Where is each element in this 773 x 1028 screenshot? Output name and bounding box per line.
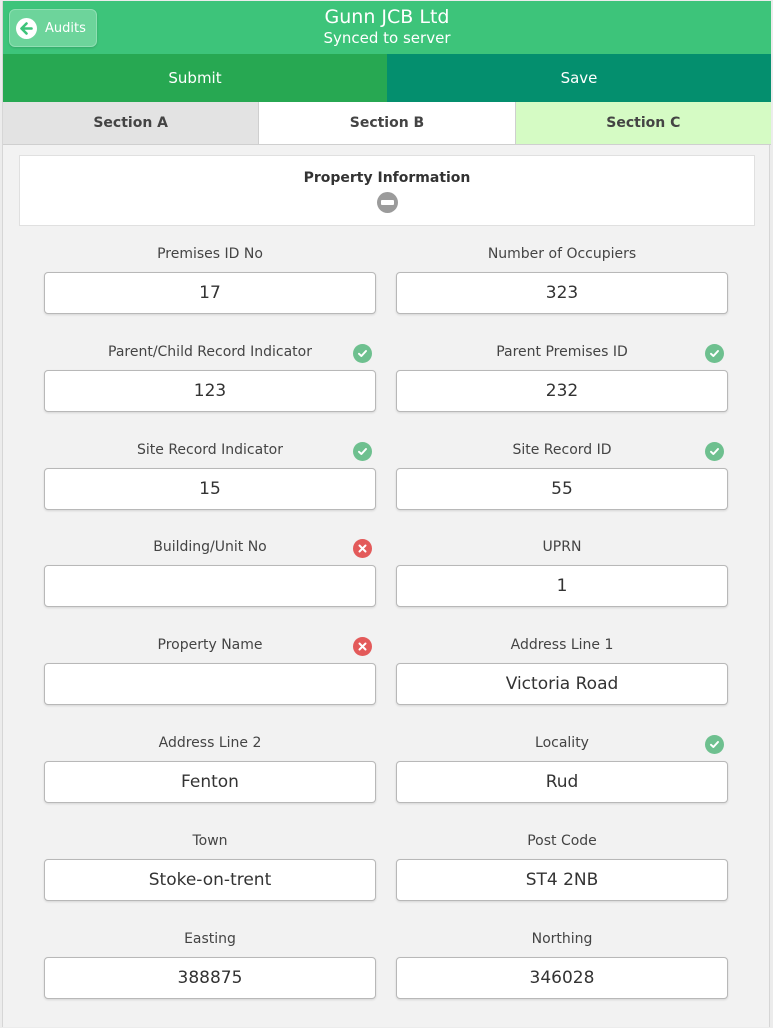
- field-number-of-occupiers: Number of Occupiers: [396, 244, 728, 314]
- field-label: Number of Occupiers: [487, 246, 637, 262]
- save-button[interactable]: Save: [387, 54, 771, 102]
- check-circle-icon: [353, 344, 372, 363]
- field-label: Easting: [184, 931, 236, 947]
- field-label: Site Record ID: [512, 442, 612, 458]
- locality-input[interactable]: [396, 761, 728, 803]
- field-premises-id-no: Premises ID No: [44, 244, 376, 314]
- action-bar: Submit Save: [3, 54, 771, 102]
- post-code-input[interactable]: [396, 859, 728, 901]
- number-of-occupiers-input[interactable]: [396, 272, 728, 314]
- check-circle-icon: [705, 735, 724, 754]
- field-uprn: UPRN: [396, 537, 728, 607]
- field-address-line-1: Address Line 1: [396, 635, 728, 705]
- field-label: Address Line 2: [158, 735, 262, 751]
- building-unit-no-input[interactable]: [44, 565, 376, 607]
- property-name-input[interactable]: [44, 663, 376, 705]
- field-post-code: Post Code: [396, 831, 728, 901]
- error-circle-icon: [353, 539, 372, 558]
- easting-input[interactable]: [44, 957, 376, 999]
- field-site-record-id: Site Record ID: [396, 440, 728, 510]
- tab-section-c[interactable]: Section C: [515, 102, 771, 144]
- error-circle-icon: [353, 637, 372, 656]
- address-line-1-input[interactable]: [396, 663, 728, 705]
- field-address-line-2: Address Line 2: [44, 733, 376, 803]
- field-label: Post Code: [527, 833, 597, 849]
- submit-button[interactable]: Submit: [3, 54, 387, 102]
- tab-section-b[interactable]: Section B: [259, 102, 516, 144]
- field-easting: Easting: [44, 929, 376, 999]
- sync-status: Synced to server: [323, 29, 451, 47]
- field-parent-premises-id: Parent Premises ID: [396, 342, 728, 412]
- site-record-id-input[interactable]: [396, 468, 728, 510]
- page-title: Gunn JCB Ltd: [324, 6, 450, 28]
- tab-section-a[interactable]: Section A: [3, 102, 260, 144]
- field-label: Northing: [531, 931, 593, 947]
- field-property-name: Property Name: [44, 635, 376, 705]
- field-site-record-indicator: Site Record Indicator: [44, 440, 376, 510]
- parent-premises-id-input[interactable]: [396, 370, 728, 412]
- town-input[interactable]: [44, 859, 376, 901]
- field-town: Town: [44, 831, 376, 901]
- collapse-icon[interactable]: [376, 192, 398, 213]
- section-header: Property Information: [19, 155, 755, 226]
- field-label: Address Line 1: [510, 637, 614, 653]
- field-building-unit-no: Building/Unit No: [44, 537, 376, 607]
- header-bar: Audits Gunn JCB Ltd Synced to server: [3, 1, 771, 54]
- site-record-indicator-input[interactable]: [44, 468, 376, 510]
- check-circle-icon: [705, 344, 724, 363]
- field-label: Property Name: [157, 637, 263, 653]
- field-label: Locality: [535, 735, 589, 751]
- field-locality: Locality: [396, 733, 728, 803]
- field-label: Town: [192, 833, 228, 849]
- field-label: Building/Unit No: [153, 539, 267, 555]
- premises-id-no-input[interactable]: [44, 272, 376, 314]
- field-label: Parent Premises ID: [496, 344, 628, 360]
- northing-input[interactable]: [396, 957, 728, 999]
- field-parent-child-record-indicator: Parent/Child Record Indicator: [44, 342, 376, 412]
- section-title: Property Information: [303, 170, 471, 186]
- uprn-input[interactable]: [396, 565, 728, 607]
- address-line-2-input[interactable]: [44, 761, 376, 803]
- section-tabs: Section A Section B Section C: [3, 102, 771, 145]
- field-label: UPRN: [542, 539, 582, 555]
- parent-child-record-indicator-input[interactable]: [44, 370, 376, 412]
- field-label: Parent/Child Record Indicator: [108, 344, 312, 360]
- check-circle-icon: [353, 442, 372, 461]
- check-circle-icon: [705, 442, 724, 461]
- field-northing: Northing: [396, 929, 728, 999]
- field-label: Site Record Indicator: [136, 442, 283, 458]
- field-label: Premises ID No: [157, 246, 263, 262]
- app-frame: Audits Gunn JCB Ltd Synced to server Sub…: [2, 1, 771, 1027]
